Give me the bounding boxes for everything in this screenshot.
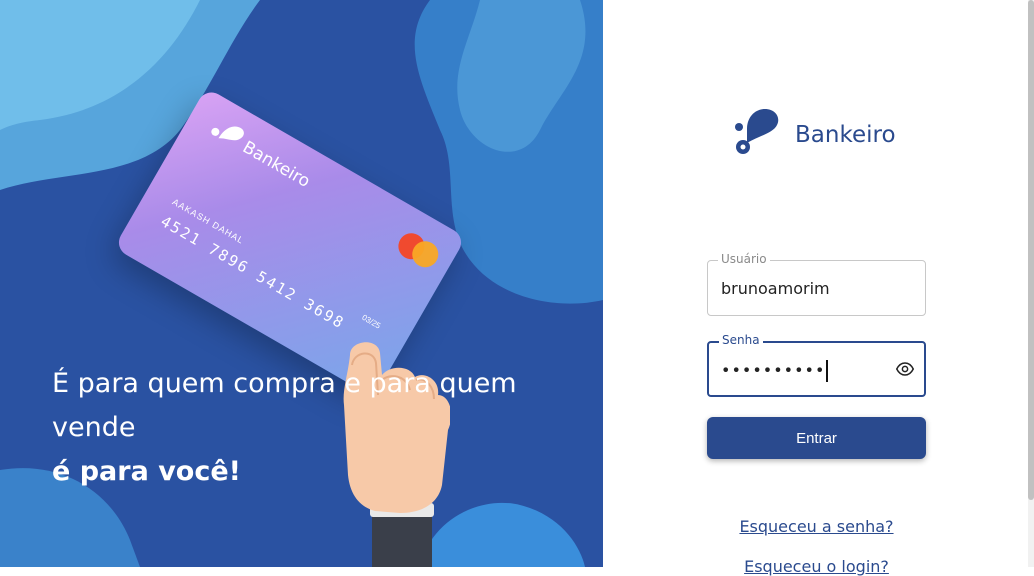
card-brand: Bankeiro bbox=[239, 137, 314, 192]
scrollbar-thumb[interactable] bbox=[1028, 0, 1034, 500]
hero-tagline: É para quem compra e para quem vende é p… bbox=[52, 362, 592, 494]
username-field[interactable]: Usuário brunoamorim bbox=[707, 252, 926, 316]
password-field[interactable]: Senha •••••••••• bbox=[707, 333, 926, 397]
brand-name: Bankeiro bbox=[795, 122, 896, 148]
hero-tagline-line2: é para você! bbox=[52, 456, 241, 487]
password-input[interactable]: •••••••••• bbox=[721, 360, 828, 382]
login-button[interactable]: Entrar bbox=[707, 417, 926, 459]
forgot-password-link[interactable]: Esqueceu a senha? bbox=[707, 517, 926, 536]
bankeiro-logo-icon bbox=[733, 108, 781, 162]
scrollbar[interactable] bbox=[1028, 0, 1034, 567]
username-input[interactable]: brunoamorim bbox=[721, 279, 830, 298]
hero-panel: Bankeiro AAKASH DAHAL 03/25 4521 7896 54… bbox=[0, 0, 603, 567]
hero-tagline-line1: É para quem compra e para quem vende bbox=[52, 368, 517, 443]
password-label: Senha bbox=[719, 333, 763, 347]
brand-logo: Bankeiro bbox=[733, 108, 896, 162]
text-caret bbox=[826, 360, 828, 382]
username-label: Usuário bbox=[718, 252, 770, 266]
card-expiry: 03/25 bbox=[360, 312, 383, 331]
eye-icon[interactable] bbox=[895, 360, 915, 383]
